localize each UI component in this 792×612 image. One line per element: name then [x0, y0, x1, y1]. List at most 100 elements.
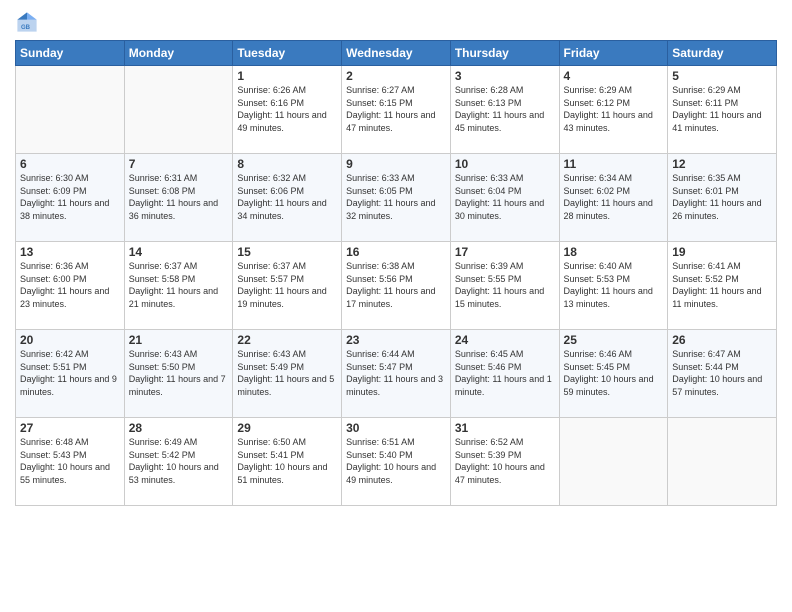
- calendar-cell: 25Sunrise: 6:46 AM Sunset: 5:45 PM Dayli…: [559, 330, 668, 418]
- week-row-3: 13Sunrise: 6:36 AM Sunset: 6:00 PM Dayli…: [16, 242, 777, 330]
- day-info: Sunrise: 6:32 AM Sunset: 6:06 PM Dayligh…: [237, 172, 337, 222]
- calendar-cell: 21Sunrise: 6:43 AM Sunset: 5:50 PM Dayli…: [124, 330, 233, 418]
- day-number: 10: [455, 157, 555, 171]
- day-number: 16: [346, 245, 446, 259]
- day-number: 8: [237, 157, 337, 171]
- calendar-header: SundayMondayTuesdayWednesdayThursdayFrid…: [16, 41, 777, 66]
- calendar-cell: 20Sunrise: 6:42 AM Sunset: 5:51 PM Dayli…: [16, 330, 125, 418]
- calendar-cell: 28Sunrise: 6:49 AM Sunset: 5:42 PM Dayli…: [124, 418, 233, 506]
- week-row-5: 27Sunrise: 6:48 AM Sunset: 5:43 PM Dayli…: [16, 418, 777, 506]
- day-info: Sunrise: 6:37 AM Sunset: 5:57 PM Dayligh…: [237, 260, 337, 310]
- calendar-cell: 24Sunrise: 6:45 AM Sunset: 5:46 PM Dayli…: [450, 330, 559, 418]
- day-info: Sunrise: 6:51 AM Sunset: 5:40 PM Dayligh…: [346, 436, 446, 486]
- day-number: 13: [20, 245, 120, 259]
- day-info: Sunrise: 6:45 AM Sunset: 5:46 PM Dayligh…: [455, 348, 555, 398]
- calendar-cell: 1Sunrise: 6:26 AM Sunset: 6:16 PM Daylig…: [233, 66, 342, 154]
- calendar: SundayMondayTuesdayWednesdayThursdayFrid…: [15, 40, 777, 506]
- day-number: 26: [672, 333, 772, 347]
- day-info: Sunrise: 6:40 AM Sunset: 5:53 PM Dayligh…: [564, 260, 664, 310]
- day-number: 21: [129, 333, 229, 347]
- day-info: Sunrise: 6:29 AM Sunset: 6:12 PM Dayligh…: [564, 84, 664, 134]
- day-info: Sunrise: 6:26 AM Sunset: 6:16 PM Dayligh…: [237, 84, 337, 134]
- calendar-cell: 26Sunrise: 6:47 AM Sunset: 5:44 PM Dayli…: [668, 330, 777, 418]
- day-number: 18: [564, 245, 664, 259]
- day-number: 6: [20, 157, 120, 171]
- calendar-cell: [559, 418, 668, 506]
- calendar-cell: 19Sunrise: 6:41 AM Sunset: 5:52 PM Dayli…: [668, 242, 777, 330]
- day-info: Sunrise: 6:47 AM Sunset: 5:44 PM Dayligh…: [672, 348, 772, 398]
- day-info: Sunrise: 6:27 AM Sunset: 6:15 PM Dayligh…: [346, 84, 446, 134]
- calendar-cell: 22Sunrise: 6:43 AM Sunset: 5:49 PM Dayli…: [233, 330, 342, 418]
- calendar-cell: 5Sunrise: 6:29 AM Sunset: 6:11 PM Daylig…: [668, 66, 777, 154]
- calendar-cell: 27Sunrise: 6:48 AM Sunset: 5:43 PM Dayli…: [16, 418, 125, 506]
- header-row: SundayMondayTuesdayWednesdayThursdayFrid…: [16, 41, 777, 66]
- header-day-wednesday: Wednesday: [342, 41, 451, 66]
- calendar-body: 1Sunrise: 6:26 AM Sunset: 6:16 PM Daylig…: [16, 66, 777, 506]
- calendar-cell: 15Sunrise: 6:37 AM Sunset: 5:57 PM Dayli…: [233, 242, 342, 330]
- day-info: Sunrise: 6:35 AM Sunset: 6:01 PM Dayligh…: [672, 172, 772, 222]
- day-number: 11: [564, 157, 664, 171]
- week-row-2: 6Sunrise: 6:30 AM Sunset: 6:09 PM Daylig…: [16, 154, 777, 242]
- day-number: 31: [455, 421, 555, 435]
- calendar-cell: 31Sunrise: 6:52 AM Sunset: 5:39 PM Dayli…: [450, 418, 559, 506]
- calendar-cell: 17Sunrise: 6:39 AM Sunset: 5:55 PM Dayli…: [450, 242, 559, 330]
- logo: GB: [15, 10, 43, 34]
- day-info: Sunrise: 6:43 AM Sunset: 5:50 PM Dayligh…: [129, 348, 229, 398]
- day-info: Sunrise: 6:46 AM Sunset: 5:45 PM Dayligh…: [564, 348, 664, 398]
- day-number: 19: [672, 245, 772, 259]
- day-info: Sunrise: 6:33 AM Sunset: 6:05 PM Dayligh…: [346, 172, 446, 222]
- day-number: 1: [237, 69, 337, 83]
- calendar-cell: 9Sunrise: 6:33 AM Sunset: 6:05 PM Daylig…: [342, 154, 451, 242]
- calendar-cell: 30Sunrise: 6:51 AM Sunset: 5:40 PM Dayli…: [342, 418, 451, 506]
- day-number: 9: [346, 157, 446, 171]
- day-info: Sunrise: 6:34 AM Sunset: 6:02 PM Dayligh…: [564, 172, 664, 222]
- header-day-saturday: Saturday: [668, 41, 777, 66]
- day-info: Sunrise: 6:38 AM Sunset: 5:56 PM Dayligh…: [346, 260, 446, 310]
- calendar-cell: 6Sunrise: 6:30 AM Sunset: 6:09 PM Daylig…: [16, 154, 125, 242]
- calendar-cell: 29Sunrise: 6:50 AM Sunset: 5:41 PM Dayli…: [233, 418, 342, 506]
- day-info: Sunrise: 6:42 AM Sunset: 5:51 PM Dayligh…: [20, 348, 120, 398]
- calendar-cell: [16, 66, 125, 154]
- day-number: 27: [20, 421, 120, 435]
- header: GB: [15, 10, 777, 34]
- week-row-1: 1Sunrise: 6:26 AM Sunset: 6:16 PM Daylig…: [16, 66, 777, 154]
- header-day-friday: Friday: [559, 41, 668, 66]
- day-info: Sunrise: 6:36 AM Sunset: 6:00 PM Dayligh…: [20, 260, 120, 310]
- calendar-cell: 16Sunrise: 6:38 AM Sunset: 5:56 PM Dayli…: [342, 242, 451, 330]
- logo-icon: GB: [15, 10, 39, 34]
- day-number: 28: [129, 421, 229, 435]
- day-info: Sunrise: 6:49 AM Sunset: 5:42 PM Dayligh…: [129, 436, 229, 486]
- calendar-cell: 12Sunrise: 6:35 AM Sunset: 6:01 PM Dayli…: [668, 154, 777, 242]
- day-number: 23: [346, 333, 446, 347]
- svg-text:GB: GB: [21, 25, 31, 31]
- day-info: Sunrise: 6:31 AM Sunset: 6:08 PM Dayligh…: [129, 172, 229, 222]
- day-number: 22: [237, 333, 337, 347]
- calendar-cell: 14Sunrise: 6:37 AM Sunset: 5:58 PM Dayli…: [124, 242, 233, 330]
- header-day-sunday: Sunday: [16, 41, 125, 66]
- calendar-cell: 7Sunrise: 6:31 AM Sunset: 6:08 PM Daylig…: [124, 154, 233, 242]
- calendar-cell: 10Sunrise: 6:33 AM Sunset: 6:04 PM Dayli…: [450, 154, 559, 242]
- calendar-cell: 13Sunrise: 6:36 AM Sunset: 6:00 PM Dayli…: [16, 242, 125, 330]
- day-info: Sunrise: 6:28 AM Sunset: 6:13 PM Dayligh…: [455, 84, 555, 134]
- day-number: 7: [129, 157, 229, 171]
- day-info: Sunrise: 6:30 AM Sunset: 6:09 PM Dayligh…: [20, 172, 120, 222]
- day-info: Sunrise: 6:52 AM Sunset: 5:39 PM Dayligh…: [455, 436, 555, 486]
- day-number: 2: [346, 69, 446, 83]
- day-number: 29: [237, 421, 337, 435]
- calendar-cell: 23Sunrise: 6:44 AM Sunset: 5:47 PM Dayli…: [342, 330, 451, 418]
- day-info: Sunrise: 6:48 AM Sunset: 5:43 PM Dayligh…: [20, 436, 120, 486]
- day-info: Sunrise: 6:33 AM Sunset: 6:04 PM Dayligh…: [455, 172, 555, 222]
- day-number: 30: [346, 421, 446, 435]
- week-row-4: 20Sunrise: 6:42 AM Sunset: 5:51 PM Dayli…: [16, 330, 777, 418]
- day-number: 4: [564, 69, 664, 83]
- day-info: Sunrise: 6:29 AM Sunset: 6:11 PM Dayligh…: [672, 84, 772, 134]
- calendar-cell: [668, 418, 777, 506]
- calendar-cell: 4Sunrise: 6:29 AM Sunset: 6:12 PM Daylig…: [559, 66, 668, 154]
- day-number: 17: [455, 245, 555, 259]
- day-info: Sunrise: 6:39 AM Sunset: 5:55 PM Dayligh…: [455, 260, 555, 310]
- day-number: 14: [129, 245, 229, 259]
- day-info: Sunrise: 6:43 AM Sunset: 5:49 PM Dayligh…: [237, 348, 337, 398]
- header-day-monday: Monday: [124, 41, 233, 66]
- day-info: Sunrise: 6:50 AM Sunset: 5:41 PM Dayligh…: [237, 436, 337, 486]
- calendar-cell: 18Sunrise: 6:40 AM Sunset: 5:53 PM Dayli…: [559, 242, 668, 330]
